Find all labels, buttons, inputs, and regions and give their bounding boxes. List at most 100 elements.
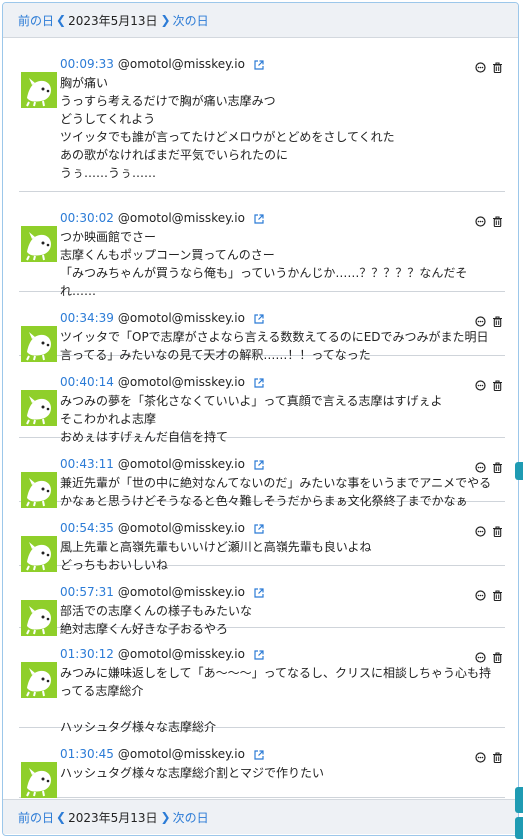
post-actions	[475, 648, 503, 664]
side-tab[interactable]	[515, 817, 523, 839]
external-link-icon[interactable]	[254, 523, 264, 534]
post-time-link[interactable]: 00:34:39	[60, 311, 114, 325]
post-username: @omotol@misskey.io	[117, 211, 245, 225]
quote-icon[interactable]	[475, 586, 486, 601]
post-header: 00:57:31 @omotol@misskey.io	[60, 584, 264, 600]
date-nav-top: 前の日 ❮ 2023年5月13日 ❯ 次の日	[3, 3, 518, 38]
chevron-right-icon[interactable]: ❯	[161, 13, 171, 27]
trash-icon[interactable]	[492, 522, 503, 538]
quote-icon[interactable]	[475, 648, 486, 663]
trash-icon[interactable]	[492, 586, 503, 602]
next-day-link-bottom[interactable]: 次の日	[173, 809, 209, 826]
post-text-line	[60, 700, 500, 718]
post-header: 00:40:14 @omotol@misskey.io	[60, 374, 264, 390]
dog-avatar[interactable]	[21, 662, 57, 698]
prev-day-link[interactable]: 前の日	[18, 12, 54, 29]
post-text-line: うぅ……うぅ……	[60, 166, 157, 180]
post-time-link[interactable]: 00:43:11	[60, 457, 114, 471]
post-item: 00:57:31 @omotol@misskey.io 部活での志摩くんの様子もみた…	[19, 565, 505, 636]
post-actions	[475, 376, 503, 392]
quote-icon[interactable]	[475, 458, 486, 473]
post-body: ハッシュタグ様々な志摩総介割とマジで作りたい	[60, 764, 500, 782]
post-item: 01:30:45 @omotol@misskey.io ハッシュタグ様々な志摩総介割…	[19, 727, 505, 798]
post-username: @omotol@misskey.io	[117, 585, 245, 599]
post-text-line: ツイッタでも誰が言ってたけどメロウがとどめをさしてくれた	[60, 130, 395, 144]
post-text-line: 風上先輩と高嶺先輩もいいけど瀬川と高嶺先輩も良いよね	[60, 540, 372, 554]
trash-icon[interactable]	[492, 648, 503, 664]
chevron-left-icon[interactable]: ❮	[56, 13, 66, 27]
external-link-icon[interactable]	[254, 313, 264, 324]
external-link-icon[interactable]	[254, 377, 264, 388]
quote-icon[interactable]	[475, 58, 486, 73]
post-header: 01:30:12 @omotol@misskey.io	[60, 646, 264, 662]
post-time-link[interactable]: 00:57:31	[60, 585, 114, 599]
quote-icon[interactable]	[475, 522, 486, 537]
side-tab[interactable]	[515, 462, 523, 480]
post-header: 00:30:02 @omotol@misskey.io	[60, 210, 264, 226]
post-item: 00:54:35 @omotol@misskey.io 風上先輩と高嶺先輩もいいけど…	[19, 501, 505, 572]
trash-icon[interactable]	[492, 458, 503, 474]
dog-avatar[interactable]	[21, 762, 57, 798]
post-actions	[475, 748, 503, 764]
post-body: 胸が痛いうっすら考えるだけで胸が痛い志摩みつ どうしてくれようツイッタでも誰が言っ…	[60, 74, 500, 182]
trash-icon[interactable]	[492, 748, 503, 764]
post-actions	[475, 212, 503, 228]
post-time-link[interactable]: 00:30:02	[60, 211, 114, 225]
post-username: @omotol@misskey.io	[117, 647, 245, 661]
post-text-line: 部活での志摩くんの様子もみたいな	[60, 604, 253, 618]
side-tab[interactable]	[515, 787, 523, 813]
post-time-link[interactable]: 00:40:14	[60, 375, 114, 389]
date-nav-bottom: 前の日 ❮ 2023年5月13日 ❯ 次の日	[3, 799, 518, 834]
post-header: 00:09:33 @omotol@misskey.io	[60, 56, 264, 72]
post-text-line: 兼近先輩が「世の中に絶対なんてないのだ」みたいな事をいうまでアニメでやる	[60, 476, 492, 490]
post-body: つか映画館でさー 志摩くんもポップコーン買ってんのさー 「みつみちゃんが買うなら俺も…	[60, 228, 500, 300]
post-time-link[interactable]: 01:30:45	[60, 747, 114, 761]
external-link-icon[interactable]	[254, 459, 264, 470]
post-actions	[475, 458, 503, 474]
post-time-link[interactable]: 00:09:33	[60, 57, 114, 71]
post-username: @omotol@misskey.io	[117, 521, 245, 535]
external-link-icon[interactable]	[254, 213, 264, 224]
post-actions	[475, 586, 503, 602]
quote-icon[interactable]	[475, 312, 486, 327]
quote-icon[interactable]	[475, 376, 486, 391]
post-username: @omotol@misskey.io	[117, 747, 245, 761]
quote-icon[interactable]	[475, 212, 486, 227]
external-link-icon[interactable]	[254, 749, 264, 760]
chevron-left-icon[interactable]: ❮	[56, 810, 66, 824]
post-username: @omotol@misskey.io	[117, 57, 245, 71]
quote-icon[interactable]	[475, 748, 486, 763]
post-header: 00:43:11 @omotol@misskey.io	[60, 456, 264, 472]
external-link-icon[interactable]	[254, 587, 264, 598]
post-actions	[475, 522, 503, 538]
trash-icon[interactable]	[492, 58, 503, 74]
post-actions	[475, 58, 503, 74]
post-text-line: 志摩くんもポップコーン買ってんのさー	[60, 248, 275, 262]
external-link-icon[interactable]	[254, 649, 264, 660]
post-text-line: 胸が痛い	[60, 76, 109, 90]
post-time-link[interactable]: 01:30:12	[60, 647, 114, 661]
post-text-line: うっすら考えるだけで胸が痛い志摩みつ	[60, 94, 276, 108]
post-item: 00:40:14 @omotol@misskey.io みつみの夢を「茶化さなくてい…	[19, 355, 505, 444]
prev-day-link-bottom[interactable]: 前の日	[18, 809, 54, 826]
post-username: @omotol@misskey.io	[117, 375, 245, 389]
trash-icon[interactable]	[492, 312, 503, 328]
post-text-line: どうしてくれよう	[60, 112, 156, 126]
post-time-link[interactable]: 00:54:35	[60, 521, 114, 535]
current-date-bottom: 2023年5月13日	[68, 810, 158, 825]
trash-icon[interactable]	[492, 376, 503, 392]
post-text-line: みつみの夢を「茶化さなくていいよ」って真顔で言える志摩はすげぇよ	[60, 394, 443, 408]
post-text-line: あの歌がなければまだ平気でいられたのに	[60, 148, 289, 162]
post-item: 00:09:33 @omotol@misskey.io 胸が痛いうっすら考えるだけで…	[19, 37, 505, 192]
post-text-line: 「みつみちゃんが買うなら俺も」っていうかんじか……？？？？？なんだそ	[60, 266, 468, 280]
next-day-link[interactable]: 次の日	[173, 12, 209, 29]
post-header: 01:30:45 @omotol@misskey.io	[60, 746, 264, 762]
dog-avatar[interactable]	[21, 390, 57, 426]
current-date: 2023年5月13日	[68, 13, 158, 28]
dog-avatar[interactable]	[21, 226, 57, 262]
dog-avatar[interactable]	[21, 72, 57, 108]
trash-icon[interactable]	[492, 212, 503, 228]
chevron-right-icon[interactable]: ❯	[161, 810, 171, 824]
post-text-line: ツイッタで「OPで志摩がさよなら言える数数えてるのにEDでみつみがまた明日	[60, 330, 489, 344]
external-link-icon[interactable]	[254, 59, 264, 70]
